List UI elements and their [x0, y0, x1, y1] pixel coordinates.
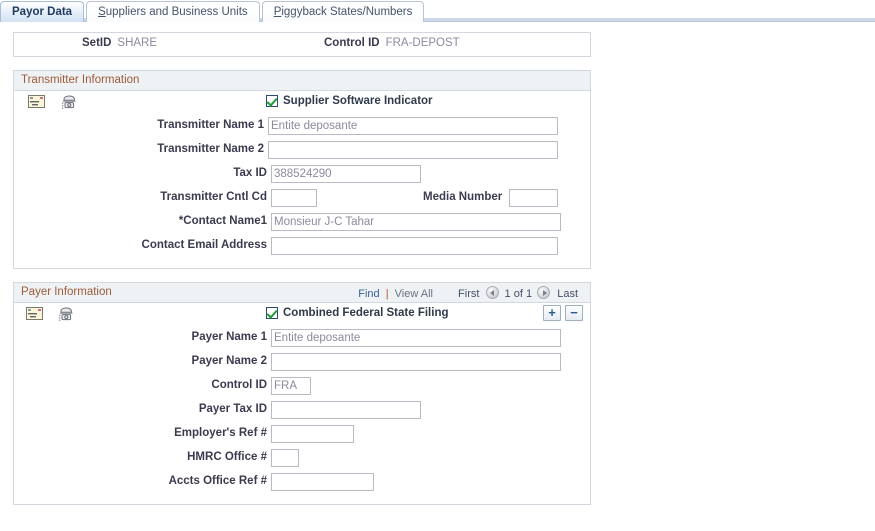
- payer-toolbar-row: Combined Federal State Filing + −: [14, 303, 590, 327]
- transmitter-information-body: Supplier Software Indicator Transmitter …: [14, 91, 590, 268]
- payer-information-title: Payer Information: [21, 286, 112, 298]
- phone-icon[interactable]: [58, 307, 75, 322]
- tab-suppliers-accesskey: S: [98, 6, 106, 18]
- transmitter-information-title: Transmitter Information: [21, 74, 140, 86]
- accts-office-ref-label: Accts Office Ref #: [168, 475, 267, 487]
- transmitter-name-1-row: Transmitter Name 1: [14, 115, 590, 139]
- payer-name-1-input[interactable]: [271, 329, 561, 347]
- payer-control-id-row: Control ID: [14, 375, 590, 399]
- view-all-link[interactable]: View All: [395, 288, 433, 300]
- transmitter-cntl-cd-label: Transmitter Cntl Cd: [160, 191, 267, 203]
- prev-arrow-icon[interactable]: [486, 286, 500, 299]
- payer-control-id-label: Control ID: [211, 379, 267, 391]
- payer-grid-navigation: Find | View All First 1 of 1 Last: [358, 286, 582, 300]
- tab-suppliers-and-business-units[interactable]: Suppliers and Business Units: [86, 1, 260, 22]
- tax-id-input[interactable]: [271, 165, 421, 183]
- contact-email-address-label: Contact Email Address: [141, 239, 267, 251]
- media-number-input[interactable]: [509, 189, 558, 207]
- payer-name-2-row: Payer Name 2: [14, 351, 590, 375]
- first-link[interactable]: First: [458, 288, 479, 300]
- tab-piggyback-states-numbers[interactable]: Piggyback States/Numbers: [261, 1, 425, 22]
- delete-row-button[interactable]: −: [565, 305, 583, 321]
- hmrc-office-input[interactable]: [271, 449, 299, 467]
- payer-control-id-input[interactable]: [271, 377, 311, 395]
- contact-email-address-input[interactable]: [271, 237, 558, 255]
- payer-name-1-row: Payer Name 1: [14, 327, 590, 351]
- transmitter-toolbar-row: Supplier Software Indicator: [14, 91, 590, 115]
- payer-name-2-label: Payer Name 2: [191, 355, 267, 367]
- payer-information-body: Combined Federal State Filing + − Payer …: [14, 303, 590, 504]
- supplier-software-indicator-row[interactable]: Supplier Software Indicator: [266, 95, 433, 107]
- transmitter-cntl-cd-input[interactable]: [271, 189, 317, 207]
- next-arrow-icon[interactable]: [537, 286, 551, 299]
- contact-name-1-row: *Contact Name1: [14, 211, 590, 235]
- media-number-label: Media Number: [423, 191, 503, 203]
- transmitter-information-header: Transmitter Information: [14, 71, 590, 91]
- accts-office-ref-row: Accts Office Ref #: [14, 471, 590, 495]
- control-id-field: Control ID FRA-DEPOST: [324, 37, 460, 49]
- row-counter: 1 of 1: [504, 288, 533, 300]
- combined-federal-state-filing-row[interactable]: Combined Federal State Filing: [266, 307, 449, 319]
- tab-payor-data[interactable]: Payor Data: [0, 1, 85, 22]
- add-row-button[interactable]: +: [543, 305, 561, 321]
- payer-name-2-input[interactable]: [271, 353, 561, 371]
- tab-bar: Payor Data Suppliers and Business Units …: [0, 0, 875, 22]
- hmrc-office-row: HMRC Office #: [14, 447, 590, 471]
- page-body: SetID SHARE Control ID FRA-DEPOST Transmit…: [0, 32, 875, 505]
- email-icon[interactable]: [26, 307, 43, 320]
- combined-federal-state-filing-label: Combined Federal State Filing: [283, 307, 449, 319]
- control-id-value: FRA-DEPOST: [385, 37, 460, 49]
- transmitter-information-group: Transmitter Information Supplier Softwar…: [13, 70, 591, 269]
- find-link[interactable]: Find: [358, 288, 379, 300]
- payer-tax-id-row: Payer Tax ID: [14, 399, 590, 423]
- payer-name-1-label: Payer Name 1: [191, 331, 267, 343]
- tab-suppliers-label-rest: uppliers and Business Units: [105, 6, 248, 18]
- transmitter-name-2-input[interactable]: [268, 141, 558, 159]
- control-id-label: Control ID: [324, 37, 380, 49]
- contact-email-address-row: Contact Email Address: [14, 235, 590, 259]
- row-action-buttons: + −: [543, 305, 583, 321]
- payer-tax-id-label: Payer Tax ID: [198, 403, 267, 415]
- hmrc-office-label: HMRC Office #: [187, 451, 267, 463]
- contact-name-1-label: *Contact Name1: [178, 215, 267, 227]
- employers-ref-input[interactable]: [271, 425, 354, 443]
- employers-ref-row: Employer's Ref #: [14, 423, 590, 447]
- last-link[interactable]: Last: [557, 288, 578, 300]
- transmitter-name-1-label: Transmitter Name 1: [157, 119, 264, 131]
- transmitter-cntl-cd-row: Transmitter Cntl Cd Media Number: [14, 187, 590, 211]
- combined-federal-state-filing-checkbox[interactable]: [266, 307, 278, 319]
- tab-piggyback-label-rest: iggyback States/Numbers: [281, 6, 413, 18]
- setid-value: SHARE: [117, 37, 158, 49]
- nav-separator: |: [385, 288, 389, 300]
- employers-ref-label: Employer's Ref #: [174, 427, 267, 439]
- tab-payor-data-label: Payor Data: [12, 6, 73, 18]
- contact-name-1-input[interactable]: [271, 213, 561, 231]
- tax-id-label: Tax ID: [233, 167, 267, 179]
- payer-information-group: Payer Information Find | View All First …: [13, 282, 591, 505]
- supplier-software-indicator-checkbox[interactable]: [266, 95, 278, 107]
- phone-icon[interactable]: [61, 95, 78, 110]
- email-icon[interactable]: [28, 95, 45, 108]
- accts-office-ref-input[interactable]: [271, 473, 374, 491]
- setid-label: SetID: [82, 37, 112, 49]
- setid-field: SetID SHARE: [82, 37, 157, 49]
- key-fields-panel: SetID SHARE Control ID FRA-DEPOST: [13, 32, 591, 57]
- payer-information-header: Payer Information Find | View All First …: [14, 283, 590, 303]
- tax-id-row: Tax ID: [14, 163, 590, 187]
- transmitter-name-1-input[interactable]: [268, 117, 558, 135]
- payer-tax-id-input[interactable]: [271, 401, 421, 419]
- transmitter-name-2-row: Transmitter Name 2: [14, 139, 590, 163]
- supplier-software-indicator-label: Supplier Software Indicator: [283, 95, 433, 107]
- transmitter-name-2-label: Transmitter Name 2: [157, 143, 264, 155]
